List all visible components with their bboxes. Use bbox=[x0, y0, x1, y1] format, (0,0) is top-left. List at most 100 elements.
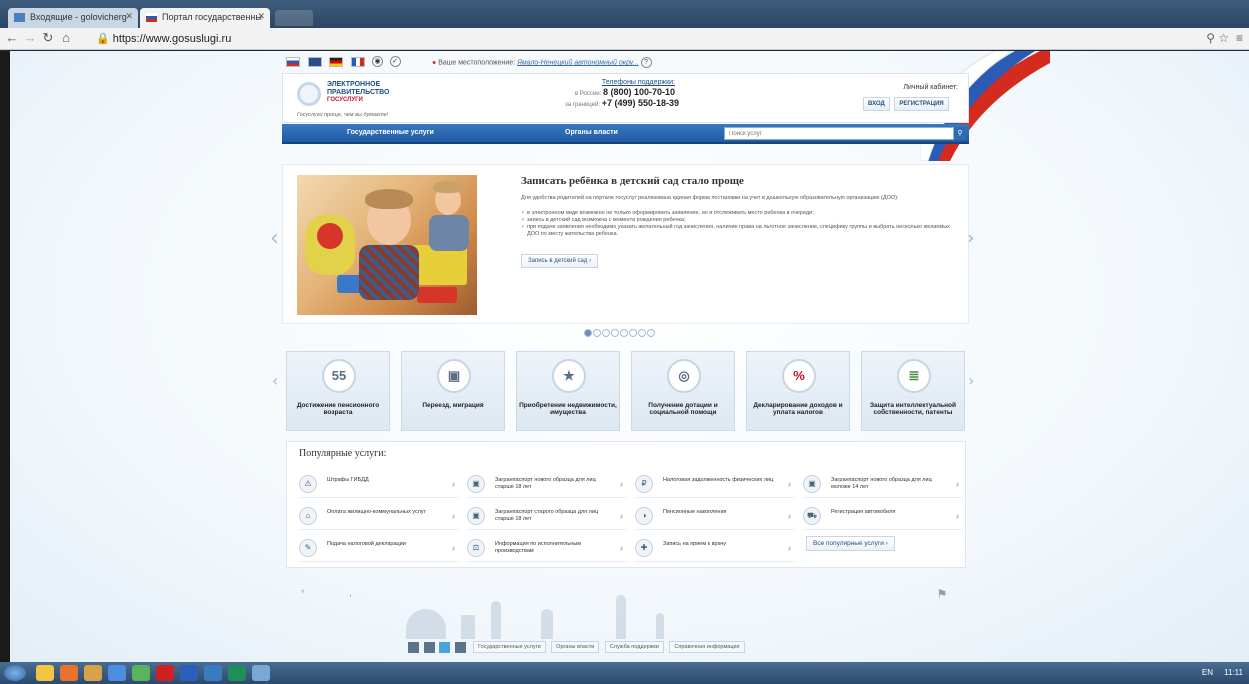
ministry-emblem-icon: ⚑ bbox=[936, 587, 948, 601]
popular-service-item[interactable]: ▣ Загранпаспорт старого образца для лиц с… bbox=[467, 504, 627, 530]
new-tab-button[interactable] bbox=[275, 10, 313, 26]
carousel-dot[interactable] bbox=[638, 329, 646, 337]
check-icon[interactable]: ✓ bbox=[389, 56, 401, 68]
popular-service-item[interactable]: ▣ Загранпаспорт нового образца для лиц мо… bbox=[803, 472, 963, 498]
app-icon[interactable] bbox=[108, 665, 126, 681]
popular-service-item[interactable]: ✎ Подача налоговой декларации › bbox=[299, 536, 459, 562]
footer-link[interactable]: Органы власти bbox=[551, 641, 600, 653]
carousel-dot[interactable] bbox=[602, 329, 610, 337]
category-patents[interactable]: ≣ Защита интеллектуальной собственности,… bbox=[861, 351, 965, 431]
close-icon[interactable]: ✕ bbox=[125, 11, 133, 22]
slide-image bbox=[297, 175, 477, 315]
support-link[interactable]: Телефоны поддержки: bbox=[565, 79, 675, 86]
nav-authorities[interactable]: Органы власти bbox=[565, 129, 618, 136]
popular-service-item[interactable]: ⚠ Штрафы ГИБДД › bbox=[299, 472, 459, 498]
home-icon[interactable]: ⌂ bbox=[58, 30, 74, 46]
carousel-dot[interactable] bbox=[620, 329, 628, 337]
excel-icon[interactable] bbox=[228, 665, 246, 681]
folder-icon[interactable] bbox=[84, 665, 102, 681]
flag-ru-icon[interactable] bbox=[286, 56, 300, 67]
carousel-prev-icon[interactable]: ‹ bbox=[270, 226, 279, 251]
twitter-icon[interactable] bbox=[439, 641, 451, 653]
nav-gov-services[interactable]: Государственные услуги bbox=[347, 129, 434, 136]
logo-subtitle[interactable]: ГОСУСЛУГИ bbox=[327, 97, 363, 103]
russian-flag-icon bbox=[146, 13, 157, 22]
tab-gosuslugi[interactable]: Портал государственны ✕ bbox=[140, 8, 270, 28]
chevron-right-icon: › bbox=[452, 543, 455, 553]
login-button[interactable]: ВХОД bbox=[863, 97, 890, 111]
facebook-icon[interactable] bbox=[423, 641, 435, 653]
footer-link[interactable]: Государственные услуги bbox=[473, 641, 546, 653]
popular-service-label: Налоговая задолженность физических лиц bbox=[663, 477, 774, 483]
popular-title: Популярные услуги: bbox=[299, 448, 387, 459]
register-button[interactable]: РЕГИСТРАЦИЯ bbox=[894, 97, 949, 111]
explorer-icon[interactable] bbox=[36, 665, 54, 681]
category-label: Переезд, миграция bbox=[422, 402, 484, 409]
tab-inbox[interactable]: Входящие - golovicherg ✕ bbox=[8, 8, 138, 28]
vk-icon[interactable] bbox=[408, 641, 419, 653]
flag-en-icon[interactable] bbox=[307, 56, 322, 67]
popular-service-item[interactable]: ▣ Загранпаспорт нового образца для лиц ст… bbox=[467, 472, 627, 498]
popular-service-item[interactable]: ◑ Пенсионные накопления › bbox=[635, 504, 795, 530]
skype-icon[interactable] bbox=[204, 665, 222, 681]
category-pension[interactable]: 55 Достижение пенсионного возраста bbox=[286, 351, 390, 431]
tray-lang[interactable]: EN bbox=[1202, 668, 1213, 677]
all-popular-button[interactable]: Все популярные услуги › bbox=[806, 536, 895, 551]
location[interactable]: ● Ваше местоположение: Ямало-Ненецкий ав… bbox=[432, 57, 656, 68]
close-icon[interactable]: ✕ bbox=[257, 11, 265, 22]
slide-title: Записать ребёнка в детский сад стало про… bbox=[521, 175, 744, 187]
livejournal-icon[interactable] bbox=[454, 641, 466, 653]
popular-service-item[interactable]: ₽ Налоговая задолженность физических лиц › bbox=[635, 472, 795, 498]
chrome-icon[interactable] bbox=[132, 665, 150, 681]
popular-service-item[interactable]: ⛟ Регистрация автомобиля › bbox=[803, 504, 963, 530]
phone-ru: 8 (800) 100-70-10 bbox=[602, 87, 675, 97]
popular-service-label: Информация по исполнительным производств… bbox=[495, 541, 582, 554]
carousel-dot[interactable] bbox=[629, 329, 637, 337]
logo-title[interactable]: ЭЛЕКТРОННОЕ ПРАВИТЕЛЬСТВО bbox=[327, 81, 407, 97]
popular-service-item[interactable]: ⚖ Информация по исполнительным производст… bbox=[467, 536, 627, 562]
flag-de-icon[interactable] bbox=[329, 56, 344, 67]
category-taxes[interactable]: % Декларирование доходов и уплата налого… bbox=[746, 351, 850, 431]
footer-link[interactable]: Служба поддержки bbox=[604, 641, 664, 653]
flag-fr-icon[interactable] bbox=[350, 56, 365, 67]
eye-icon[interactable]: ◉ bbox=[372, 56, 384, 68]
categories-prev-icon[interactable]: ‹ bbox=[272, 371, 278, 390]
reload-icon[interactable]: ↻ bbox=[40, 30, 56, 46]
carousel-dot[interactable] bbox=[647, 329, 655, 337]
forward-icon[interactable]: → bbox=[22, 30, 38, 46]
acrobat-icon[interactable] bbox=[156, 665, 174, 681]
start-icon[interactable] bbox=[4, 665, 26, 681]
tax-icon: ₽ bbox=[635, 475, 653, 493]
address-bar[interactable]: 🔒 https://www.gosuslugi.ru bbox=[96, 32, 231, 45]
carousel-dot[interactable] bbox=[611, 329, 619, 337]
word-icon[interactable] bbox=[180, 665, 198, 681]
location-value[interactable]: Ямало-Ненецкий автономный окру... bbox=[517, 59, 639, 66]
search-icon[interactable]: ⚲ bbox=[954, 127, 966, 140]
app-icon[interactable] bbox=[252, 665, 270, 681]
category-property[interactable]: ★ Приобретение недвижимости, имущества bbox=[516, 351, 620, 431]
footer-link[interactable]: Справочная информация bbox=[669, 641, 745, 653]
cabinet-label: Личный кабинет: bbox=[903, 84, 958, 91]
carousel-slide: Записать ребёнка в детский сад стало про… bbox=[282, 164, 969, 324]
search-input[interactable] bbox=[724, 127, 954, 140]
help-icon[interactable]: ? bbox=[640, 57, 652, 68]
kindergarten-button[interactable]: Запись в детский сад › bbox=[521, 254, 599, 268]
court-icon: ⚖ bbox=[467, 539, 485, 557]
media-icon[interactable] bbox=[60, 665, 78, 681]
star-icon[interactable]: ☆ bbox=[1218, 31, 1229, 45]
carousel-dot[interactable] bbox=[584, 329, 592, 337]
back-icon[interactable]: ← bbox=[4, 30, 20, 46]
menu-icon[interactable]: ≡ bbox=[1236, 31, 1243, 45]
zoom-icon[interactable]: ⚲ bbox=[1206, 31, 1215, 45]
categories-next-icon[interactable]: › bbox=[968, 371, 974, 390]
pension-savings-icon: ◑ bbox=[635, 507, 653, 525]
category-migration[interactable]: ▣ Переезд, миграция bbox=[401, 351, 505, 431]
footer-links: Государственные услуги Органы власти Слу… bbox=[408, 641, 745, 655]
car-icon: ⛟ bbox=[803, 507, 821, 525]
popular-service-item[interactable]: ⌂ Оплата жилищно-коммунальных услуг › bbox=[299, 504, 459, 530]
logo-icon[interactable] bbox=[297, 82, 321, 106]
category-social-aid[interactable]: ◎ Получение дотации и социальной помощи bbox=[631, 351, 735, 431]
popular-service-item[interactable]: ✚ Запись на прием к врачу › bbox=[635, 536, 795, 562]
popular-services: Популярные услуги: ⚠ Штрафы ГИБДД › ▣ Загран… bbox=[286, 441, 966, 568]
carousel-dot[interactable] bbox=[593, 329, 601, 337]
